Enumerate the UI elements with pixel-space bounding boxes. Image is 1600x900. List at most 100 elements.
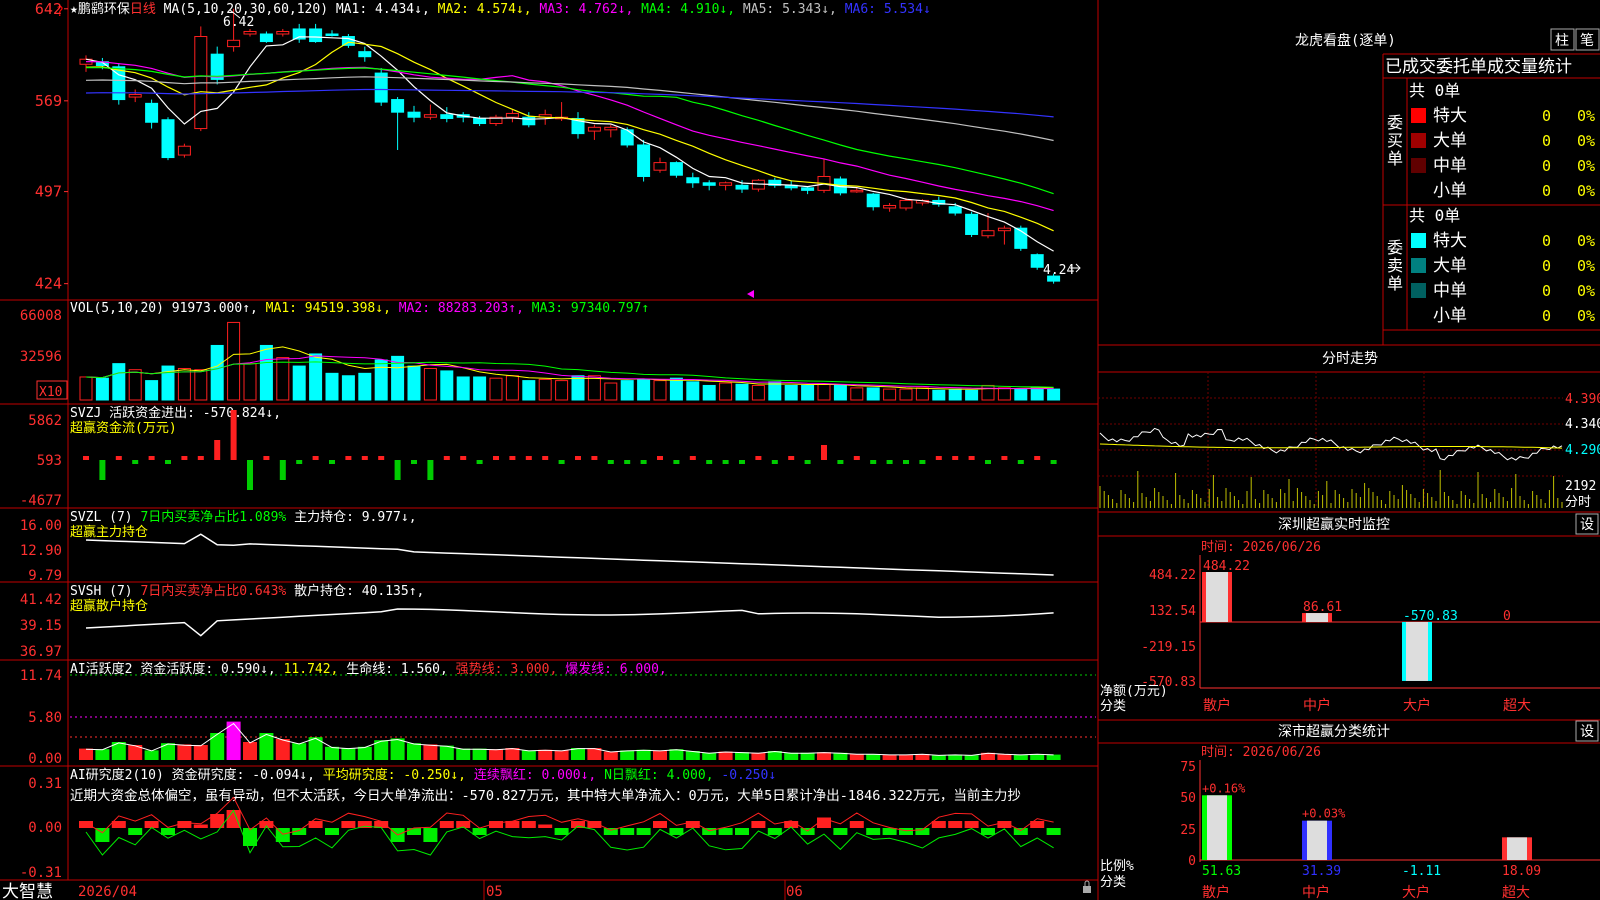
flow-bar <box>575 456 581 460</box>
activity-bar <box>899 754 913 760</box>
monitor-category: 大户 <box>1403 697 1431 714</box>
price-axis-label: 497 <box>35 183 62 201</box>
flow-bar <box>755 456 762 460</box>
research-bar <box>735 828 749 835</box>
research-bar <box>1046 828 1061 835</box>
svzl-legend: SVZL (7) 7日内买卖净占比1.089% 主力持仓: 9.977↓, <box>70 509 417 525</box>
air-text1: 资金研究度: -0.094↓, <box>172 767 323 783</box>
monitor-unit: 净额(万元) <box>1100 684 1168 699</box>
candle-body <box>505 112 519 118</box>
candle-body <box>177 145 191 156</box>
flow-bar <box>837 460 844 464</box>
flow-bar <box>624 460 631 464</box>
activity-bar <box>341 748 356 760</box>
volume-bar <box>456 376 470 401</box>
activity-bar <box>292 743 307 760</box>
volume-bar <box>637 378 651 401</box>
activity-bar <box>620 750 635 760</box>
activity-bar <box>407 743 421 760</box>
monitor-bar-value: 0 <box>1503 609 1511 624</box>
research-bar <box>669 828 684 835</box>
flow-bar <box>361 456 368 460</box>
svsh-axis-high: 41.42 <box>20 592 62 608</box>
research-bar <box>554 828 569 835</box>
volume-bar <box>1030 387 1044 401</box>
ma-item-label: MA4: <box>641 2 680 17</box>
volume-bar <box>850 387 864 401</box>
monitor-time: 时间: 2026/06/26 <box>1201 540 1321 555</box>
order-count: 0 <box>1542 257 1551 275</box>
activity-bar <box>210 733 225 760</box>
ai-research-axis-low: -0.31 <box>20 865 62 881</box>
ai-active-axis-mid: 5.80 <box>28 710 62 726</box>
research-bar <box>79 821 93 828</box>
order-name: 特大 <box>1433 106 1467 126</box>
flow-bar <box>443 456 450 460</box>
stats-axis-label: 75 <box>1180 760 1196 775</box>
candle-body <box>309 28 323 43</box>
intraday-axis-3: 4.290 <box>1565 443 1600 458</box>
volume-bar <box>177 367 191 401</box>
price-axis-label: 424 <box>35 275 62 293</box>
stock-name: ★鹏鹞环保 <box>70 1 130 17</box>
stats-bar-core <box>1307 820 1327 860</box>
candle-body <box>423 114 437 118</box>
flow-bar <box>394 460 401 480</box>
order-swatch <box>1411 158 1426 173</box>
volume-bar <box>522 380 536 401</box>
monitor-settings-label: 设 <box>1580 517 1594 533</box>
buy-total: 共 0单 <box>1409 81 1460 100</box>
ai-research-axis-high: 0.31 <box>28 776 62 792</box>
volume-bar <box>194 369 208 401</box>
volume-axis-high: 66008 <box>20 308 62 324</box>
activity-bar <box>784 752 799 760</box>
stats-axis-label: 25 <box>1180 823 1196 838</box>
stats-bar <box>1202 795 1232 860</box>
buy-orders-label: 委买单 <box>1387 113 1403 168</box>
activity-bar <box>669 749 684 760</box>
activity-bar <box>1046 754 1061 760</box>
order-pct: 0% <box>1577 282 1595 300</box>
research-bar <box>1013 828 1028 835</box>
volume-bar <box>702 384 716 401</box>
candle-body <box>850 189 864 193</box>
lock-icon[interactable] <box>1083 886 1091 893</box>
activity-bar <box>390 738 405 760</box>
tab-bar-chart-label: 柱 <box>1555 33 1569 49</box>
candle-body <box>981 230 995 237</box>
ma-item-value: 4.434↓, <box>375 2 438 17</box>
ma-item-label: MA3: <box>539 2 578 17</box>
monitor-bar <box>1402 622 1432 681</box>
flow-bar <box>115 456 122 460</box>
research-bar <box>325 828 339 835</box>
stats-bar-value: 51.63 <box>1202 864 1241 879</box>
stock-chart-screen: ? ★鹏鹞环保日线 MA(5,10,20,30,60,120) MA1: 4.4… <box>0 0 1600 900</box>
stats-bar-value: 31.39 <box>1302 864 1341 879</box>
air-text2: 平均研究度: -0.250↓, <box>323 767 474 783</box>
volume-bar <box>95 377 109 401</box>
flow-bar <box>411 460 417 464</box>
volume-bar <box>276 357 290 401</box>
research-bar <box>882 828 897 835</box>
research-bar <box>833 828 848 835</box>
volume-bar <box>325 372 339 401</box>
order-count: 0 <box>1542 282 1551 300</box>
ai-active-axis-low: 0.00 <box>28 751 62 767</box>
order-swatch <box>1411 283 1426 298</box>
monitor-title: 深圳超赢实时监控 <box>1278 516 1390 533</box>
vertical-char: 卖 <box>1387 256 1403 275</box>
activity-bar <box>603 751 618 760</box>
candle-body <box>735 184 749 190</box>
stats-category: 超大 <box>1502 885 1530 900</box>
svzl-subtitle: 超赢主力持仓 <box>70 524 148 540</box>
research-bar <box>751 821 766 828</box>
activity-bar <box>423 744 438 760</box>
order-swatch <box>1411 133 1426 148</box>
flow-bar <box>345 456 352 460</box>
intraday-axis-4: 2192 <box>1565 479 1596 494</box>
period-label: 日线 <box>130 2 156 17</box>
activity-bar <box>243 742 257 760</box>
volume-bar <box>407 365 421 401</box>
volume-bar <box>358 372 372 401</box>
svzl-text2: 主力持仓: 9.977↓, <box>294 510 416 525</box>
